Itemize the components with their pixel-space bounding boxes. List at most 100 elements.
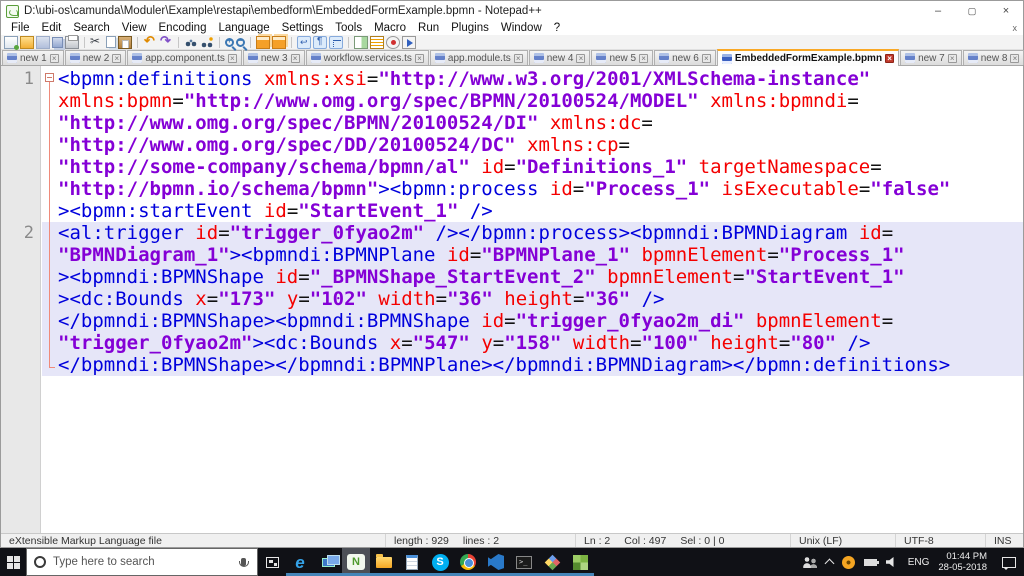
menu-item-file[interactable]: File — [5, 21, 36, 35]
minimize-button[interactable]: – — [921, 1, 955, 21]
tab-workflow-services-ts[interactable]: workflow.services.ts × — [305, 50, 429, 65]
menu-item-edit[interactable]: Edit — [36, 21, 68, 35]
code-row[interactable]: "http://www.omg.org/spec/DD/20100524/DC"… — [42, 134, 1023, 156]
show-all-characters-icon[interactable] — [313, 35, 327, 49]
indent-guide-icon[interactable] — [329, 35, 343, 49]
tab-app-component-ts[interactable]: app.component.ts × — [127, 50, 242, 65]
menu-item-window[interactable]: Window — [495, 21, 548, 35]
word-wrap-icon[interactable] — [297, 35, 311, 49]
find-icon[interactable] — [184, 35, 198, 49]
zoom-in-icon[interactable] — [225, 36, 234, 47]
code-row-current-line[interactable]: "trigger_0fyao2m"><dc:Bounds x="547" y="… — [42, 332, 1023, 354]
volume-icon[interactable] — [885, 556, 894, 568]
close-tab-icon[interactable]: × — [49, 53, 59, 63]
close-tab-icon[interactable]: × — [227, 53, 237, 63]
close-tab-icon[interactable]: × — [576, 53, 586, 63]
print-icon[interactable] — [65, 34, 79, 49]
menu-item-tools[interactable]: Tools — [329, 21, 368, 35]
close-tab-icon[interactable]: × — [414, 53, 424, 63]
save-icon[interactable] — [36, 35, 50, 49]
chevron-up-icon[interactable] — [824, 558, 835, 569]
code-row[interactable]: "http://bpmn.io/schema/bpmn"><bpmn:proce… — [42, 178, 1023, 200]
close-tab-icon[interactable]: × — [701, 53, 711, 63]
tab-new-3[interactable]: new 3 × — [242, 50, 305, 65]
remote-desktop-taskbar-button[interactable] — [314, 548, 342, 576]
chrome-taskbar-button[interactable] — [454, 548, 482, 576]
function-list-icon[interactable] — [370, 35, 384, 49]
file-explorer-taskbar-button[interactable] — [370, 548, 398, 576]
insert-mode-label[interactable]: INS — [994, 535, 1012, 547]
sync-scroll-vertical-icon[interactable] — [256, 35, 270, 49]
vscode-taskbar-button[interactable] — [482, 548, 510, 576]
menu-item-plugins[interactable]: Plugins — [445, 21, 495, 35]
microphone-icon[interactable] — [238, 558, 249, 567]
close-tab-icon[interactable]: × — [290, 53, 300, 63]
menu-item-run[interactable]: Run — [412, 21, 445, 35]
code-row[interactable]: "http://some-company/schema/bpmn/al" id=… — [42, 156, 1023, 178]
editor[interactable]: 12 <bpmn:definitions xmlns:xsi="http://w… — [1, 66, 1023, 533]
paste-icon[interactable] — [118, 35, 132, 49]
close-tab-icon[interactable]: × — [639, 53, 649, 63]
open-file-icon[interactable] — [20, 35, 34, 49]
language-indicator[interactable]: ENG — [908, 557, 930, 568]
menu-item-help[interactable]: ? — [548, 21, 566, 35]
tab-new-1[interactable]: new 1 × — [2, 50, 64, 65]
code-row[interactable]: "http://www.omg.org/spec/BPMN/20100524/D… — [42, 112, 1023, 134]
code-row[interactable]: <bpmn:definitions xmlns:xsi="http://www.… — [42, 68, 1023, 90]
close-tab-icon[interactable]: × — [1010, 53, 1020, 63]
code-row-current-line[interactable]: "BPMNDiagram_1"><bpmndi:BPMNPlane id="BP… — [42, 244, 1023, 266]
close-tab-icon[interactable]: × — [112, 53, 122, 63]
tab-app-module-ts[interactable]: app.module.ts × — [429, 50, 528, 65]
code-area[interactable]: <bpmn:definitions xmlns:xsi="http://www.… — [42, 66, 1023, 376]
close-button[interactable]: × — [989, 1, 1023, 21]
battery-icon[interactable] — [863, 558, 879, 566]
copy-icon[interactable] — [106, 36, 116, 48]
encoding-label[interactable]: UTF-8 — [904, 535, 934, 547]
tab-new-2[interactable]: new 2 × — [64, 50, 127, 65]
tab-new-7[interactable]: new 7 × — [900, 50, 962, 65]
play-macro-icon[interactable] — [402, 35, 416, 49]
redo-icon[interactable] — [159, 33, 173, 49]
notepad-taskbar-button[interactable] — [398, 548, 426, 576]
replace-icon[interactable] — [200, 35, 214, 49]
record-macro-icon[interactable] — [386, 35, 400, 49]
start-button[interactable] — [0, 548, 26, 576]
document-map-icon[interactable] — [354, 35, 368, 49]
close-tab-icon[interactable]: × — [513, 53, 523, 63]
code-row-current-line[interactable]: <al:trigger id="trigger_0fyao2m" /></bpm… — [42, 222, 1023, 244]
code-row[interactable]: xmlns:bpmn="http://www.omg.org/spec/BPMN… — [42, 90, 1023, 112]
undo-icon[interactable] — [143, 33, 157, 49]
tab-new-4[interactable]: new 4 × — [528, 50, 591, 65]
orange-settings-icon[interactable] — [841, 555, 855, 569]
code-row-current-line[interactable]: </bpmndi:BPMNShape></bpmndi:BPMNPlane></… — [42, 354, 1023, 376]
skype-taskbar-button[interactable]: S — [426, 548, 454, 576]
action-center-icon[interactable] — [1002, 556, 1016, 570]
edge-taskbar-button[interactable]: e — [286, 548, 314, 576]
fold-collapse-icon[interactable] — [45, 73, 54, 82]
code-row-current-line[interactable]: ><bpmndi:BPMNShape id="_BPMNShape_StartE… — [42, 266, 1023, 288]
close-document-button[interactable]: x — [1013, 23, 1018, 33]
tab-embeddedformexample-bpmn[interactable]: EmbeddedFormExample.bpmn × — [716, 49, 900, 66]
save-all-icon[interactable] — [52, 36, 63, 48]
clock[interactable]: 01:44 PM 28-05-2018 — [938, 551, 987, 573]
green-grid-app-taskbar-button[interactable] — [566, 548, 594, 576]
eol-format-label[interactable]: Unix (LF) — [799, 535, 842, 547]
zoom-out-icon[interactable] — [236, 36, 245, 47]
taskbar-search-input[interactable]: Type here to search — [26, 548, 258, 576]
menu-item-language[interactable]: Language — [212, 21, 275, 35]
menu-item-macro[interactable]: Macro — [368, 21, 412, 35]
tab-new-8[interactable]: new 8 × — [962, 50, 1024, 65]
new-file-icon[interactable] — [4, 35, 19, 50]
close-tab-icon[interactable]: × — [885, 54, 895, 63]
cut-icon[interactable] — [90, 34, 104, 49]
notepad-plus-plus-taskbar-button[interactable]: N — [342, 548, 370, 576]
code-row-current-line[interactable]: </bpmndi:BPMNShape><bpmndi:BPMNShape id=… — [42, 310, 1023, 332]
terminal-taskbar-button[interactable]: >_ — [510, 548, 538, 576]
sync-scroll-horizontal-icon[interactable] — [272, 35, 286, 49]
code-row-current-line[interactable]: ><dc:Bounds x="173" y="102" width="36" h… — [42, 288, 1023, 310]
task-view-button[interactable] — [258, 548, 286, 576]
maximize-button[interactable]: ▢ — [955, 1, 989, 21]
tab-new-5[interactable]: new 5 × — [591, 50, 654, 65]
diamond-modeler-taskbar-button[interactable] — [538, 548, 566, 576]
code-row[interactable]: ><bpmn:startEvent id="StartEvent_1" /> — [42, 200, 1023, 222]
